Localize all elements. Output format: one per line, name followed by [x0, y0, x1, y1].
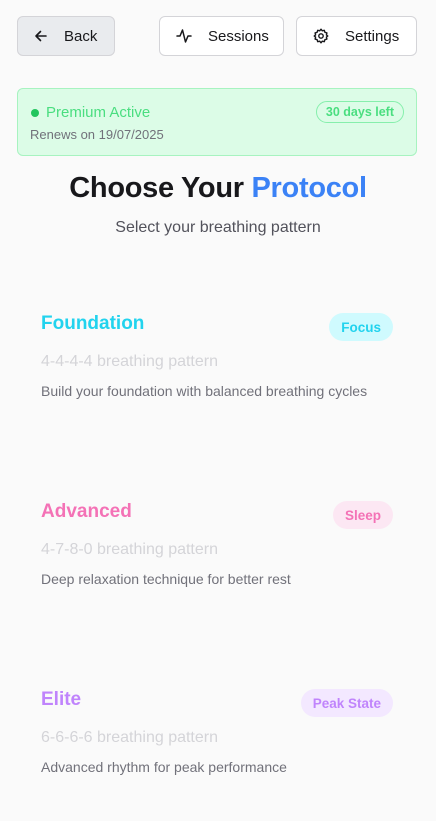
activity-icon — [176, 28, 192, 44]
protocol-name: Foundation — [41, 313, 145, 334]
settings-label: Settings — [345, 27, 400, 45]
gear-icon — [313, 28, 329, 44]
protocol-description: Advanced rhythm for peak performance — [41, 759, 287, 775]
protocol-card-elite[interactable]: Elite Peak State 6-6-6-6 breathing patte… — [17, 689, 417, 821]
sessions-label: Sessions — [208, 27, 269, 45]
renewal-date: Renews on 19/07/2025 — [30, 127, 164, 142]
protocol-card-advanced[interactable]: Advanced Sleep 4-7-8-0 breathing pattern… — [17, 501, 417, 667]
arrow-left-icon — [34, 29, 48, 43]
protocol-name: Advanced — [41, 501, 132, 522]
protocol-badge: Focus — [329, 313, 393, 341]
days-left-badge: 30 days left — [315, 101, 404, 123]
page-subtitle: Select your breathing pattern — [115, 219, 321, 236]
protocol-description: Deep relaxation technique for better res… — [41, 571, 291, 587]
back-label: Back — [64, 27, 98, 45]
page-title-main: Choose Your — [69, 172, 252, 204]
sessions-button[interactable]: Sessions — [159, 16, 284, 56]
premium-status-banner: Premium Active Renews on 19/07/2025 30 d… — [17, 88, 417, 156]
premium-status-text: Premium Active — [46, 104, 151, 121]
page-title: Choose Your Protocol — [0, 172, 436, 205]
protocol-pattern: 6-6-6-6 breathing pattern — [41, 729, 218, 746]
protocol-badge: Sleep — [332, 501, 393, 529]
protocol-pattern: 4-7-8-0 breathing pattern — [41, 541, 218, 558]
settings-button[interactable]: Settings — [296, 16, 417, 56]
protocol-pattern: 4-4-4-4 breathing pattern — [41, 353, 218, 370]
status-dot-icon — [31, 109, 39, 117]
back-button[interactable]: Back — [17, 16, 115, 56]
protocol-card-foundation[interactable]: Foundation Focus 4-4-4-4 breathing patte… — [17, 313, 417, 479]
protocol-badge: Peak State — [300, 689, 393, 717]
protocol-description: Build your foundation with balanced brea… — [41, 383, 368, 399]
protocol-name: Elite — [41, 689, 82, 710]
page-title-accent: Protocol — [251, 172, 368, 204]
